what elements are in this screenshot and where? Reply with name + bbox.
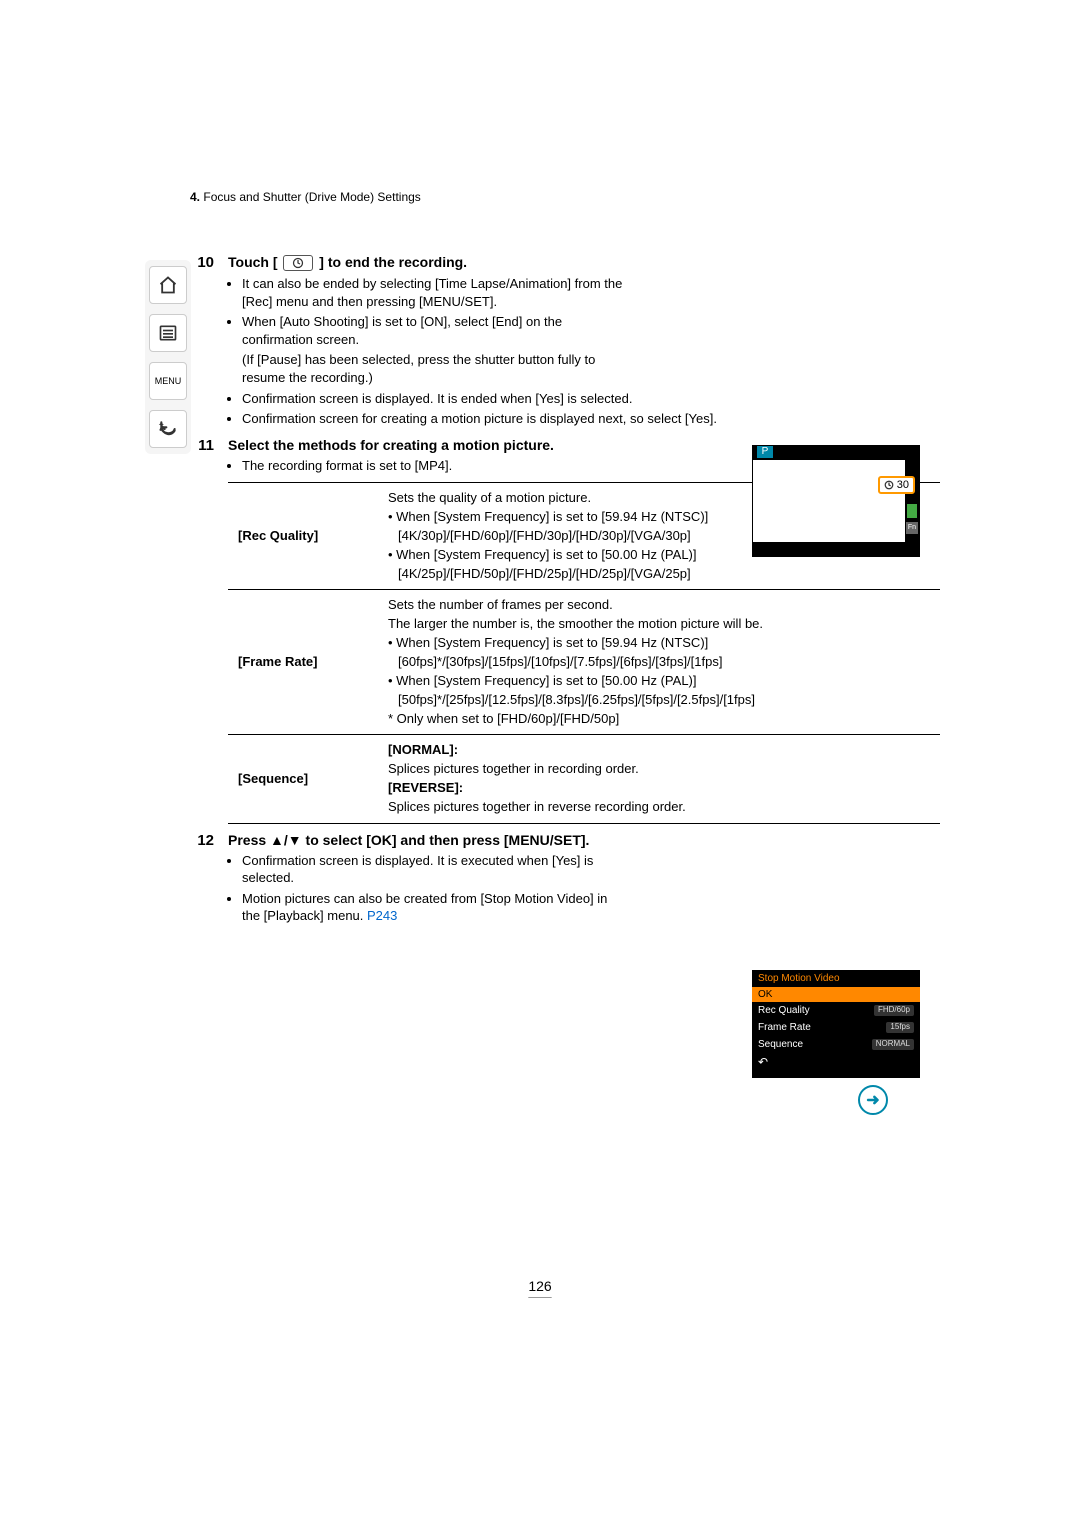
fn-indicator: Fn xyxy=(906,522,918,534)
page-number: 126 xyxy=(140,1278,940,1294)
bullet: It can also be ended by selecting [Time … xyxy=(242,275,628,310)
menu-row: SequenceNORMAL xyxy=(752,1036,920,1053)
step-10: 10 Touch [ ] to end the recording. It ca… xyxy=(140,254,940,431)
side-button-indicator xyxy=(907,504,917,518)
mode-indicator: P xyxy=(757,446,773,458)
menu-screen-preview: Stop Motion Video OK Rec QualityFHD/60p … xyxy=(752,970,920,1078)
table-row: [Frame Rate] Sets the number of frames p… xyxy=(228,590,940,735)
step-number: 11 xyxy=(190,437,214,824)
frame-count-pill: 30 xyxy=(878,476,915,494)
menu-title: Stop Motion Video xyxy=(752,970,920,987)
back-icon: ↶ xyxy=(752,1053,920,1071)
step-title: Touch [ ] to end the recording. xyxy=(228,254,940,271)
breadcrumb: 4. Focus and Shutter (Drive Mode) Settin… xyxy=(140,190,940,204)
bullet: Motion pictures can also be created from… xyxy=(242,890,628,925)
camera-screen-preview: P 30 Fn xyxy=(752,445,920,557)
breadcrumb-text: Focus and Shutter (Drive Mode) Settings xyxy=(203,190,420,204)
stop-motion-icon xyxy=(283,255,313,271)
setting-key: [Frame Rate] xyxy=(228,590,378,735)
menu-ok: OK xyxy=(752,987,920,1002)
step-12: 12 Press ▲/▼ to select [OK] and then pre… xyxy=(140,832,940,928)
setting-key: [Sequence] xyxy=(228,735,378,823)
step-title: Press ▲/▼ to select [OK] and then press … xyxy=(228,832,628,848)
menu-row: Frame Rate15fps xyxy=(752,1019,920,1036)
next-page-arrow-icon[interactable]: ➜ xyxy=(858,1085,888,1115)
menu-row: Rec QualityFHD/60p xyxy=(752,1002,920,1019)
page-link[interactable]: P243 xyxy=(367,908,397,923)
setting-desc: [NORMAL]: Splices pictures together in r… xyxy=(378,735,940,823)
setting-desc: Sets the number of frames per second. Th… xyxy=(378,590,940,735)
bullet: Confirmation screen is displayed. It is … xyxy=(242,390,798,408)
bullet: Confirmation screen is displayed. It is … xyxy=(242,852,628,887)
bullet: When [Auto Shooting] is set to [ON], sel… xyxy=(242,313,628,348)
bullet: The recording format is set to [MP4]. xyxy=(242,457,798,475)
sub-note: (If [Pause] has been selected, press the… xyxy=(228,351,628,386)
step-number: 12 xyxy=(190,832,214,928)
page-content: 4. Focus and Shutter (Drive Mode) Settin… xyxy=(140,190,940,934)
table-row: [Sequence] [NORMAL]: Splices pictures to… xyxy=(228,735,940,823)
bullet: Confirmation screen for creating a motio… xyxy=(242,410,798,428)
step-number: 10 xyxy=(190,254,214,431)
breadcrumb-number: 4. xyxy=(190,190,200,204)
setting-key: [Rec Quality] xyxy=(228,483,378,590)
